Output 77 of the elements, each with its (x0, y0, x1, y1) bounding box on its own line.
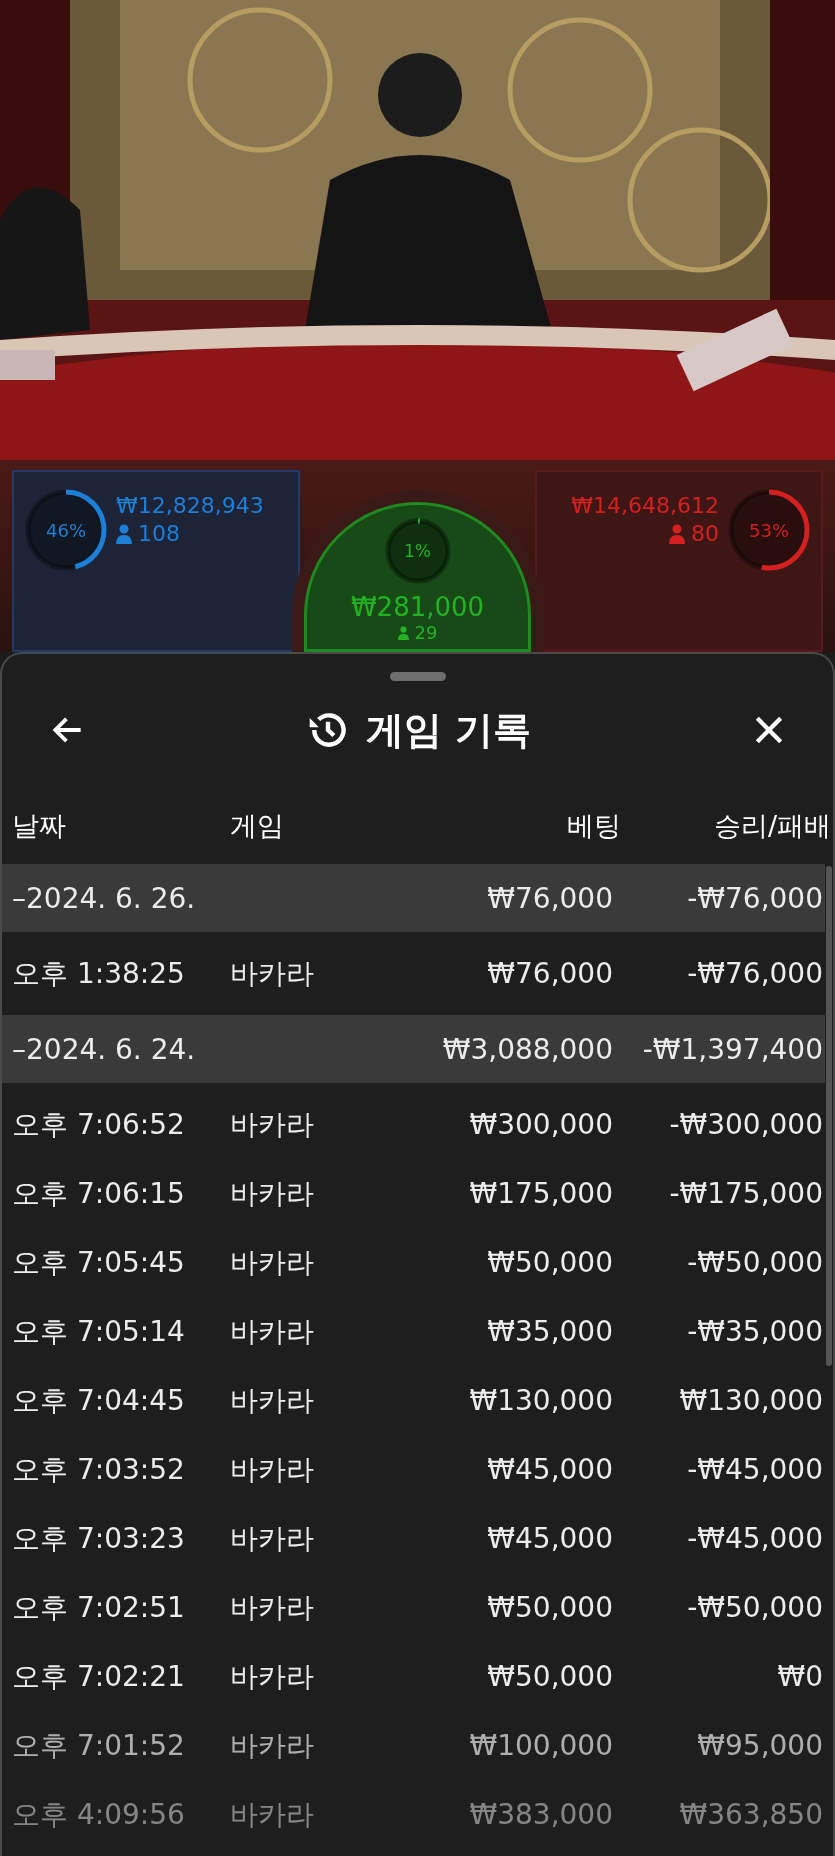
table-cell-text: 바카라 (230, 1244, 315, 1281)
column-header: 게임 (230, 808, 285, 843)
scrollbar[interactable] (826, 866, 832, 1366)
table-cell-text: 오후 7:02:51 (12, 1589, 186, 1626)
table-cell-text: ₩130,000 (678, 1384, 823, 1417)
table-cell-text: 오후 7:02:21 (12, 1658, 186, 1695)
table-cell-text: ₩95,000 (696, 1729, 823, 1762)
table-cell-text: -₩300,000 (668, 1108, 823, 1141)
person-icon (397, 626, 409, 640)
table-cell-text: 바카라 (230, 1727, 315, 1764)
table-cell-text: 바카라 (230, 1520, 315, 1557)
table-cell-text: ₩76,000 (486, 957, 613, 990)
column-header: 베팅 (566, 808, 621, 843)
table-cell-text: 바카라 (230, 955, 315, 992)
table-cell-text: ₩383,000 (468, 1798, 613, 1831)
table-cell-text: -₩76,000 (686, 881, 823, 915)
player-count: 80 (691, 520, 719, 548)
percent-label: 53% (749, 519, 789, 541)
table-cell-text: ₩363,850 (678, 1798, 823, 1831)
person-icon (669, 524, 685, 544)
table-cell-text: 바카라 (230, 1658, 315, 1695)
player-count: 108 (138, 520, 180, 548)
table-cell-text: -₩45,000 (686, 1522, 823, 1555)
bet-amount: ₩12,828,943 (116, 492, 264, 520)
percent-label: 1% (404, 541, 431, 561)
date-text: –2024. 6. 24. (12, 1032, 197, 1066)
percent-label: 46% (46, 519, 86, 541)
table-cell-text: 오후 7:01:52 (12, 1727, 186, 1764)
table-cell-text: ₩45,000 (486, 1522, 613, 1555)
player-bet-panel[interactable]: 46% ₩12,828,943 108 (12, 470, 300, 652)
table-cell-text: ₩35,000 (486, 1315, 613, 1348)
table-cell-text: ₩50,000 (486, 1591, 613, 1624)
table-cell-text: -₩1,397,400 (641, 1032, 823, 1066)
table-cell-text: 바카라 (230, 1382, 315, 1419)
table-cell-text: 바카라 (230, 1106, 315, 1143)
person-icon (116, 524, 132, 544)
table-cell-text: ₩50,000 (486, 1660, 613, 1693)
date-text: –2024. 6. 26. (12, 881, 197, 915)
table-cell-text: 바카라 (230, 1313, 315, 1350)
date-group-row[interactable]: –2024. 6. 24. ₩3,088,000 -₩1,397,400 (2, 1015, 825, 1083)
table-cell-text: ₩300,000 (468, 1108, 613, 1141)
table-cell-text: ₩3,088,000 (441, 1032, 613, 1066)
table-cell-text: ₩100,000 (468, 1729, 613, 1762)
bet-amount: ₩14,648,612 (571, 492, 719, 520)
table-cell-text: 오후 4:09:56 (12, 1796, 186, 1833)
bet-amount: ₩281,000 (350, 591, 485, 623)
column-header: 승리/패배 (712, 808, 831, 843)
table-cell-text: ₩130,000 (468, 1384, 613, 1417)
table-cell-text: 바카라 (230, 1451, 315, 1488)
date-group-row[interactable]: –2024. 6. 26. ₩76,000 -₩76,000 (2, 864, 825, 932)
table-cell-text: 오후 7:03:52 (12, 1451, 186, 1488)
table-cell-text: -₩35,000 (686, 1315, 823, 1348)
table-cell-text: 바카라 (230, 1175, 315, 1212)
table-cell-text: ₩175,000 (468, 1177, 613, 1210)
table-cell-text: ₩45,000 (486, 1453, 613, 1486)
table-cell-text: -₩76,000 (686, 957, 823, 990)
table-cell-text: -₩50,000 (686, 1591, 823, 1624)
table-cell-text: 오후 7:05:45 (12, 1244, 186, 1281)
table-cell-text: 오후 1:38:25 (12, 955, 186, 992)
table-cell-text: 오후 7:03:23 (12, 1520, 186, 1557)
column-header: 날짜 (12, 808, 67, 843)
table-cell-text: ₩76,000 (486, 881, 613, 915)
table-cell-text: -₩50,000 (686, 1246, 823, 1279)
table-cell-text: 오후 7:06:52 (12, 1106, 186, 1143)
table-cell-text: 오후 7:04:45 (12, 1382, 186, 1419)
table-cell-text: 바카라 (230, 1589, 315, 1626)
drag-handle[interactable] (389, 672, 446, 681)
table-cell-text: 오후 7:06:15 (12, 1175, 186, 1212)
sheet-title: 게임 기록 (365, 706, 532, 754)
table-cell-text: ₩50,000 (486, 1246, 613, 1279)
table-cell-text: 바카라 (230, 1796, 315, 1833)
table-cell-text: -₩45,000 (686, 1453, 823, 1486)
table-cell-text: -₩175,000 (668, 1177, 823, 1210)
player-count: 29 (414, 623, 438, 643)
table-cell-text: 오후 7:05:14 (12, 1313, 186, 1350)
banker-bet-panel[interactable]: ₩14,648,612 80 53% (535, 470, 823, 652)
table-cell-text: ₩0 (776, 1660, 823, 1693)
